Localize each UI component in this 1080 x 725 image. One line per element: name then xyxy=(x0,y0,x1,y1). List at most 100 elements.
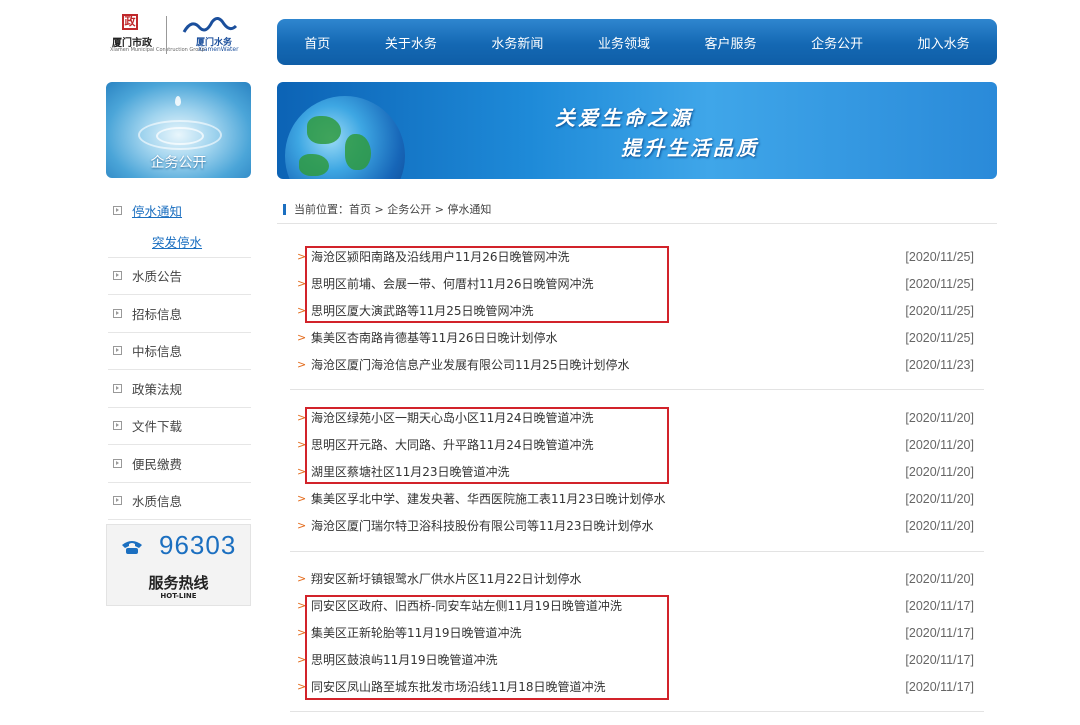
water-drop-icon xyxy=(175,96,181,106)
news-date: [2020/11/20] xyxy=(905,518,974,533)
list-item[interactable]: > 思明区鼓浪屿11月19日晚管道冲洗 [2020/11/17] xyxy=(290,646,984,673)
bullet-icon xyxy=(113,421,122,431)
hotline-box: 96303 服务热线 HOT-LINE xyxy=(106,524,251,606)
news-date: [2020/11/17] xyxy=(905,679,974,694)
hotline-label-en: HOT-LINE xyxy=(160,592,197,600)
arrow-icon: > xyxy=(297,331,307,344)
bullet-icon xyxy=(113,205,122,215)
logo-divider xyxy=(166,16,167,54)
news-title[interactable]: 思明区鼓浪屿11月19日晚管道冲洗 xyxy=(311,651,905,668)
arrow-icon: > xyxy=(297,250,307,263)
sidebar-item-tenders[interactable]: 招标信息 xyxy=(108,295,251,333)
list-item[interactable]: > 翔安区新圩镇银鹭水厂供水片区11月22日计划停水 [2020/11/20] xyxy=(290,565,984,592)
news-title[interactable]: 思明区开元路、大同路、升平路11月24日晚管道冲洗 xyxy=(311,436,905,453)
nav-business[interactable]: 业务领域 xyxy=(598,33,650,52)
news-title[interactable]: 同安区区政府、旧西桥-同安车站左侧11月19日晚管道冲洗 xyxy=(311,597,905,614)
nav-service[interactable]: 客户服务 xyxy=(705,33,757,52)
sidebar-item-label: 中标信息 xyxy=(132,344,183,360)
list-item[interactable]: > 海沧区绿苑小区一期天心岛小区11月24日晚管道冲洗 [2020/11/20] xyxy=(290,404,984,431)
news-date: [2020/11/20] xyxy=(905,571,974,586)
sidebar-item-awards[interactable]: 中标信息 xyxy=(108,333,251,370)
news-title[interactable]: 翔安区新圩镇银鹭水厂供水片区11月22日计划停水 xyxy=(311,570,905,587)
news-title[interactable]: 集美区正新轮胎等11月19日晚管道冲洗 xyxy=(311,624,905,641)
sidebar-item-water-quality-notice[interactable]: 水质公告 xyxy=(108,258,251,295)
sidebar-item-payment[interactable]: 便民缴费 xyxy=(108,445,251,483)
sidebar-item-downloads[interactable]: 文件下载 xyxy=(108,408,251,445)
hero-banner: 关爱生命之源 提升生活品质 xyxy=(277,82,997,179)
list-item[interactable]: > 同安区凤山路至城东批发市场沿线11月18日晚管道冲洗 [2020/11/17] xyxy=(290,673,984,700)
news-date: [2020/11/25] xyxy=(905,330,974,345)
divider xyxy=(290,711,984,712)
news-title[interactable]: 海沧区绿苑小区一期天心岛小区11月24日晚管道冲洗 xyxy=(311,409,905,426)
news-date: [2020/11/25] xyxy=(905,276,974,291)
ripple-inner xyxy=(156,127,204,145)
arrow-icon: > xyxy=(297,492,307,505)
arrow-icon: > xyxy=(297,519,307,532)
news-title[interactable]: 集美区孚北中学、建发央著、华西医院施工表11月23日晚计划停水 xyxy=(311,490,905,507)
divider xyxy=(290,551,984,552)
slogan-line-1: 关爱生命之源 xyxy=(555,106,693,130)
list-item[interactable]: > 集美区杏南路肯德基等11月26日日晚计划停水 [2020/11/25] xyxy=(290,324,984,351)
news-title[interactable]: 海沧区厦门海沧信息产业发展有限公司11月25日晚计划停水 xyxy=(311,356,905,373)
list-item[interactable]: > 集美区孚北中学、建发央著、华西医院施工表11月23日晚计划停水 [2020/11… xyxy=(290,485,984,512)
municipal-logo-icon: 政 xyxy=(122,14,138,30)
logo[interactable]: 政 厦门市政 Xiamen Municipal Construction Gro… xyxy=(108,12,253,56)
nav-home[interactable]: 首页 xyxy=(304,33,330,52)
news-title[interactable]: 海沧区颍阳南路及沿线用户11月26日晚管网冲洗 xyxy=(311,248,905,265)
arrow-icon: > xyxy=(297,304,307,317)
hotline-label: 服务热线 xyxy=(148,574,209,592)
bullet-icon xyxy=(113,496,122,506)
sidebar-subitem-emergency[interactable]: 突发停水 xyxy=(108,229,251,258)
news-date: [2020/11/25] xyxy=(905,249,974,264)
arrow-icon: > xyxy=(297,626,307,639)
list-item[interactable]: > 湖里区蔡塘社区11月23日晚管道冲洗 [2020/11/20] xyxy=(290,458,984,485)
list-item[interactable]: > 思明区厦大演武路等11月25日晚管网冲洗 [2020/11/25] xyxy=(290,297,984,324)
main-nav: 首页 关于水务 水务新闻 业务领域 客户服务 企务公开 加入水务 xyxy=(277,19,997,65)
water-subtitle: XiamenWater xyxy=(198,46,239,53)
arrow-icon: > xyxy=(297,411,307,424)
breadcrumb-text: 当前位置：首页 > 企务公开 > 停水通知 xyxy=(294,203,492,216)
sidebar-item-label: 便民缴费 xyxy=(132,456,183,472)
arrow-icon: > xyxy=(297,653,307,666)
news-title[interactable]: 湖里区蔡塘社区11月23日晚管道冲洗 xyxy=(311,463,905,480)
nav-disclosure[interactable]: 企务公开 xyxy=(811,33,863,52)
list-item[interactable]: > 海沧区颍阳南路及沿线用户11月26日晚管网冲洗 [2020/11/25] xyxy=(290,243,984,270)
news-title[interactable]: 同安区凤山路至城东批发市场沿线11月18日晚管道冲洗 xyxy=(311,678,905,695)
news-title[interactable]: 思明区前埔、会展一带、何厝村11月26日晚管网冲洗 xyxy=(311,275,905,292)
list-item[interactable]: > 海沧区厦门海沧信息产业发展有限公司11月25日晚计划停水 [2020/11/23… xyxy=(290,351,984,378)
news-date: [2020/11/25] xyxy=(905,303,974,318)
nav-join[interactable]: 加入水务 xyxy=(918,33,970,52)
bullet-icon xyxy=(113,458,122,468)
news-title[interactable]: 思明区厦大演武路等11月25日晚管网冲洗 xyxy=(311,302,905,319)
divider xyxy=(290,389,984,390)
sidebar-item-label: 招标信息 xyxy=(132,306,183,322)
news-date: [2020/11/20] xyxy=(905,410,974,425)
news-title[interactable]: 海沧区厦门瑞尔特卫浴科技股份有限公司等11月23日晚计划停水 xyxy=(311,517,905,534)
water-wave-logo-icon xyxy=(182,17,238,33)
bullet-icon xyxy=(113,346,122,356)
sidebar-item-water-outage[interactable]: 停水通知 xyxy=(108,192,251,229)
sidebar-item-label: 水质公告 xyxy=(132,269,183,285)
divider xyxy=(277,223,997,224)
news-title[interactable]: 集美区杏南路肯德基等11月26日日晚计划停水 xyxy=(311,329,905,346)
bullet-icon xyxy=(113,383,122,393)
sidebar-item-label: 政策法规 xyxy=(132,381,183,397)
section-banner: 企务公开 xyxy=(106,82,251,178)
breadcrumb-marker xyxy=(283,203,286,215)
news-date: [2020/11/17] xyxy=(905,625,974,640)
arrow-icon: > xyxy=(297,599,307,612)
sidebar-item-water-quality-info[interactable]: 水质信息 xyxy=(108,483,251,520)
news-date: [2020/11/20] xyxy=(905,491,974,506)
list-item[interactable]: > 同安区区政府、旧西桥-同安车站左侧11月19日晚管道冲洗 [2020/11/17… xyxy=(290,592,984,619)
globe-image xyxy=(285,96,405,179)
news-date: [2020/11/17] xyxy=(905,652,974,667)
arrow-icon: > xyxy=(297,465,307,478)
list-item[interactable]: > 集美区正新轮胎等11月19日晚管道冲洗 [2020/11/17] xyxy=(290,619,984,646)
list-item[interactable]: > 思明区开元路、大同路、升平路11月24日晚管道冲洗 [2020/11/20] xyxy=(290,431,984,458)
list-item[interactable]: > 海沧区厦门瑞尔特卫浴科技股份有限公司等11月23日晚计划停水 [2020/11/… xyxy=(290,512,984,539)
list-item[interactable]: > 思明区前埔、会展一带、何厝村11月26日晚管网冲洗 [2020/11/25] xyxy=(290,270,984,297)
arrow-icon: > xyxy=(297,277,307,290)
sidebar-item-policies[interactable]: 政策法规 xyxy=(108,370,251,408)
nav-news[interactable]: 水务新闻 xyxy=(491,33,543,52)
nav-about[interactable]: 关于水务 xyxy=(385,33,437,52)
